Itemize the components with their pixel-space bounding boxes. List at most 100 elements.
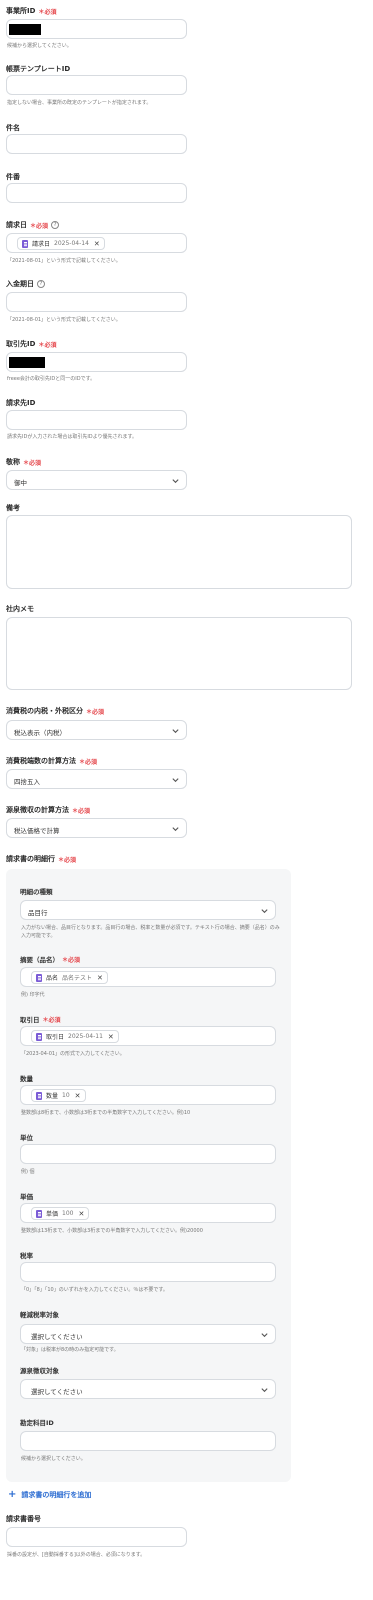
billing-to-id-hint: 請求先IDが入力された場合は取引先IDより優先されます。	[7, 434, 138, 440]
due-date-hint: 「2021-08-01」という形式で記載してください。	[7, 317, 121, 323]
required-marker: ＊必須	[86, 708, 105, 716]
reduced-tax-label: 軽減税率対象	[20, 1311, 59, 1319]
required-marker: ＊必須	[62, 956, 81, 964]
chevron-down-icon	[261, 1333, 268, 1338]
line-items-label: 請求書の明細行 ＊必須	[6, 855, 77, 864]
tax-rounding-select[interactable]: 四捨五入	[6, 769, 187, 789]
billing-to-id-input[interactable]	[6, 410, 187, 430]
variable-chip[interactable]: 品名 品名テスト ✕	[31, 971, 108, 984]
document-icon	[36, 1032, 42, 1041]
document-icon	[36, 1209, 42, 1218]
required-marker: ＊必須	[79, 758, 98, 766]
required-marker: ＊必須	[23, 459, 42, 467]
partner-id-label: 取引先ID ＊必須	[6, 340, 57, 349]
chevron-down-icon	[261, 1388, 268, 1393]
close-icon[interactable]: ✕	[75, 1092, 81, 1100]
sales-date-hint: 「2023-04-01」の形式で入力してください。	[21, 1051, 125, 1057]
withholding-calc-label: 源泉徴収の計算方法 ＊必須	[6, 806, 91, 815]
tax-entry-label: 消費税の内税・外税区分 ＊必須	[6, 707, 105, 716]
billing-date-hint: 「2021-08-01」という形式で記載してください。	[7, 258, 121, 264]
withholding-label: 源泉徴収対象	[20, 1367, 59, 1375]
office-id-label: 事業所ID ＊必須	[6, 6, 56, 16]
unit-price-input[interactable]: 単価 100 ✕	[20, 1203, 276, 1223]
line-type-label: 明細の種類	[20, 888, 53, 896]
required-marker: ＊必須	[38, 341, 57, 349]
document-icon	[36, 973, 42, 982]
due-date-input[interactable]	[6, 292, 187, 312]
add-line-item-button[interactable]: + 請求書の明細行を追加	[8, 1489, 91, 1500]
reduced-tax-hint: 「対象」は税率が8の時のみ指定可能です。	[21, 1347, 119, 1353]
partner-id-input[interactable]	[6, 352, 187, 372]
withholding-calc-select[interactable]: 税込価格で計算	[6, 818, 187, 838]
account-item-id-label: 勘定科目ID	[20, 1419, 54, 1427]
unit-hint: 例) 個	[21, 1169, 35, 1175]
office-id-label-text: 事業所ID	[6, 7, 36, 15]
honorific-select[interactable]: 御中	[6, 470, 187, 490]
notes-textarea[interactable]	[6, 515, 352, 589]
tax-rate-hint: 「0」「8」「10」のいずれかを入力してください。％は不要です。	[21, 1287, 168, 1293]
invoice-number-hint: 採番の設定が、[自動採番する]以外の場合、必須になります。	[7, 1552, 146, 1558]
question-circle-icon[interactable]: ?	[51, 221, 60, 229]
line-type-hint: 入力がない場合、品目行となります。品目行の場合、税率と数量が必須です。テキスト行…	[21, 925, 280, 931]
account-item-id-input[interactable]	[20, 1431, 276, 1451]
variable-chip[interactable]: 請求日 2025-04-14 ✕	[17, 237, 105, 250]
chevron-down-icon	[172, 778, 179, 783]
title-label: 件番	[6, 173, 20, 181]
internal-memo-textarea[interactable]	[6, 617, 352, 690]
close-icon[interactable]: ✕	[97, 974, 103, 982]
close-icon[interactable]: ✕	[108, 1033, 114, 1041]
description-hint: 例) 印字代	[21, 992, 45, 998]
sales-date-input[interactable]: 取引日 2025-04-11 ✕	[20, 1026, 276, 1046]
unit-label: 単位	[20, 1134, 33, 1142]
billing-to-id-label: 請求先ID	[6, 399, 36, 407]
close-icon[interactable]: ✕	[94, 240, 100, 248]
subject-label: 件名	[6, 124, 20, 132]
tax-rate-input[interactable]	[20, 1262, 276, 1282]
internal-memo-label: 社内メモ	[6, 605, 34, 613]
line-type-select[interactable]: 品目行	[20, 900, 276, 920]
chevron-down-icon	[261, 909, 268, 914]
variable-chip[interactable]: 数量 10 ✕	[31, 1089, 86, 1102]
reduced-tax-select[interactable]: 選択してください	[20, 1324, 276, 1344]
chevron-down-icon	[172, 827, 179, 832]
description-input[interactable]: 品名 品名テスト ✕	[20, 967, 276, 987]
tax-rounding-label: 消費税端数の計算方法 ＊必須	[6, 757, 98, 766]
subject-input[interactable]	[6, 134, 187, 154]
template-id-input[interactable]	[6, 75, 187, 95]
line-type-hint-2: 入力可能です。	[21, 933, 56, 939]
variable-chip[interactable]: 単価 100 ✕	[31, 1207, 90, 1220]
sales-date-label: 取引日 ＊必須	[20, 1016, 61, 1024]
invoice-number-input[interactable]	[6, 1527, 187, 1547]
office-id-input[interactable]	[6, 19, 187, 39]
close-icon[interactable]: ✕	[78, 1210, 84, 1218]
office-id-hint: 候補から選択してください。	[7, 43, 72, 49]
tax-rate-label: 税率	[20, 1252, 33, 1260]
quantity-hint: 整数部は8桁まで、小数部は3桁までの半角数字で入力してください。例)10	[21, 1110, 191, 1116]
required-marker: ＊必須	[58, 856, 77, 864]
chevron-down-icon	[172, 479, 179, 484]
invoice-number-label: 請求書番号	[6, 1515, 41, 1523]
unit-price-hint: 整数部は13桁まで、小数部は3桁までの半角数字で入力してください。例)20000	[21, 1228, 203, 1234]
notes-label: 備考	[6, 504, 20, 512]
quantity-input[interactable]: 数量 10 ✕	[20, 1085, 276, 1105]
plus-icon: +	[8, 1489, 17, 1500]
withholding-select[interactable]: 選択してください	[20, 1379, 276, 1399]
unit-price-label: 単価	[20, 1193, 33, 1201]
document-icon	[36, 1091, 42, 1100]
title-input[interactable]	[6, 183, 187, 203]
billing-date-input[interactable]: 請求日 2025-04-14 ✕	[6, 233, 187, 253]
quantity-label: 数量	[20, 1075, 33, 1083]
tax-entry-select[interactable]: 税込表示（内税）	[6, 720, 187, 740]
required-marker: ＊必須	[72, 807, 91, 815]
document-icon	[22, 239, 28, 248]
required-marker: ＊必須	[42, 1016, 61, 1024]
chevron-down-icon	[172, 729, 179, 734]
account-item-id-hint: 候補から選択してください。	[21, 1456, 86, 1462]
billing-date-label: 請求日 ＊必須 ?	[6, 220, 60, 230]
unit-input[interactable]	[20, 1144, 276, 1164]
description-label: 摘要（品名） ＊必須	[20, 956, 81, 964]
required-marker: ＊必須	[38, 8, 57, 16]
variable-chip[interactable]: 取引日 2025-04-11 ✕	[31, 1030, 119, 1043]
question-circle-icon[interactable]: ?	[37, 280, 45, 288]
partner-id-hint: freee会計の取引先IDと同一のIDです。	[7, 376, 96, 382]
